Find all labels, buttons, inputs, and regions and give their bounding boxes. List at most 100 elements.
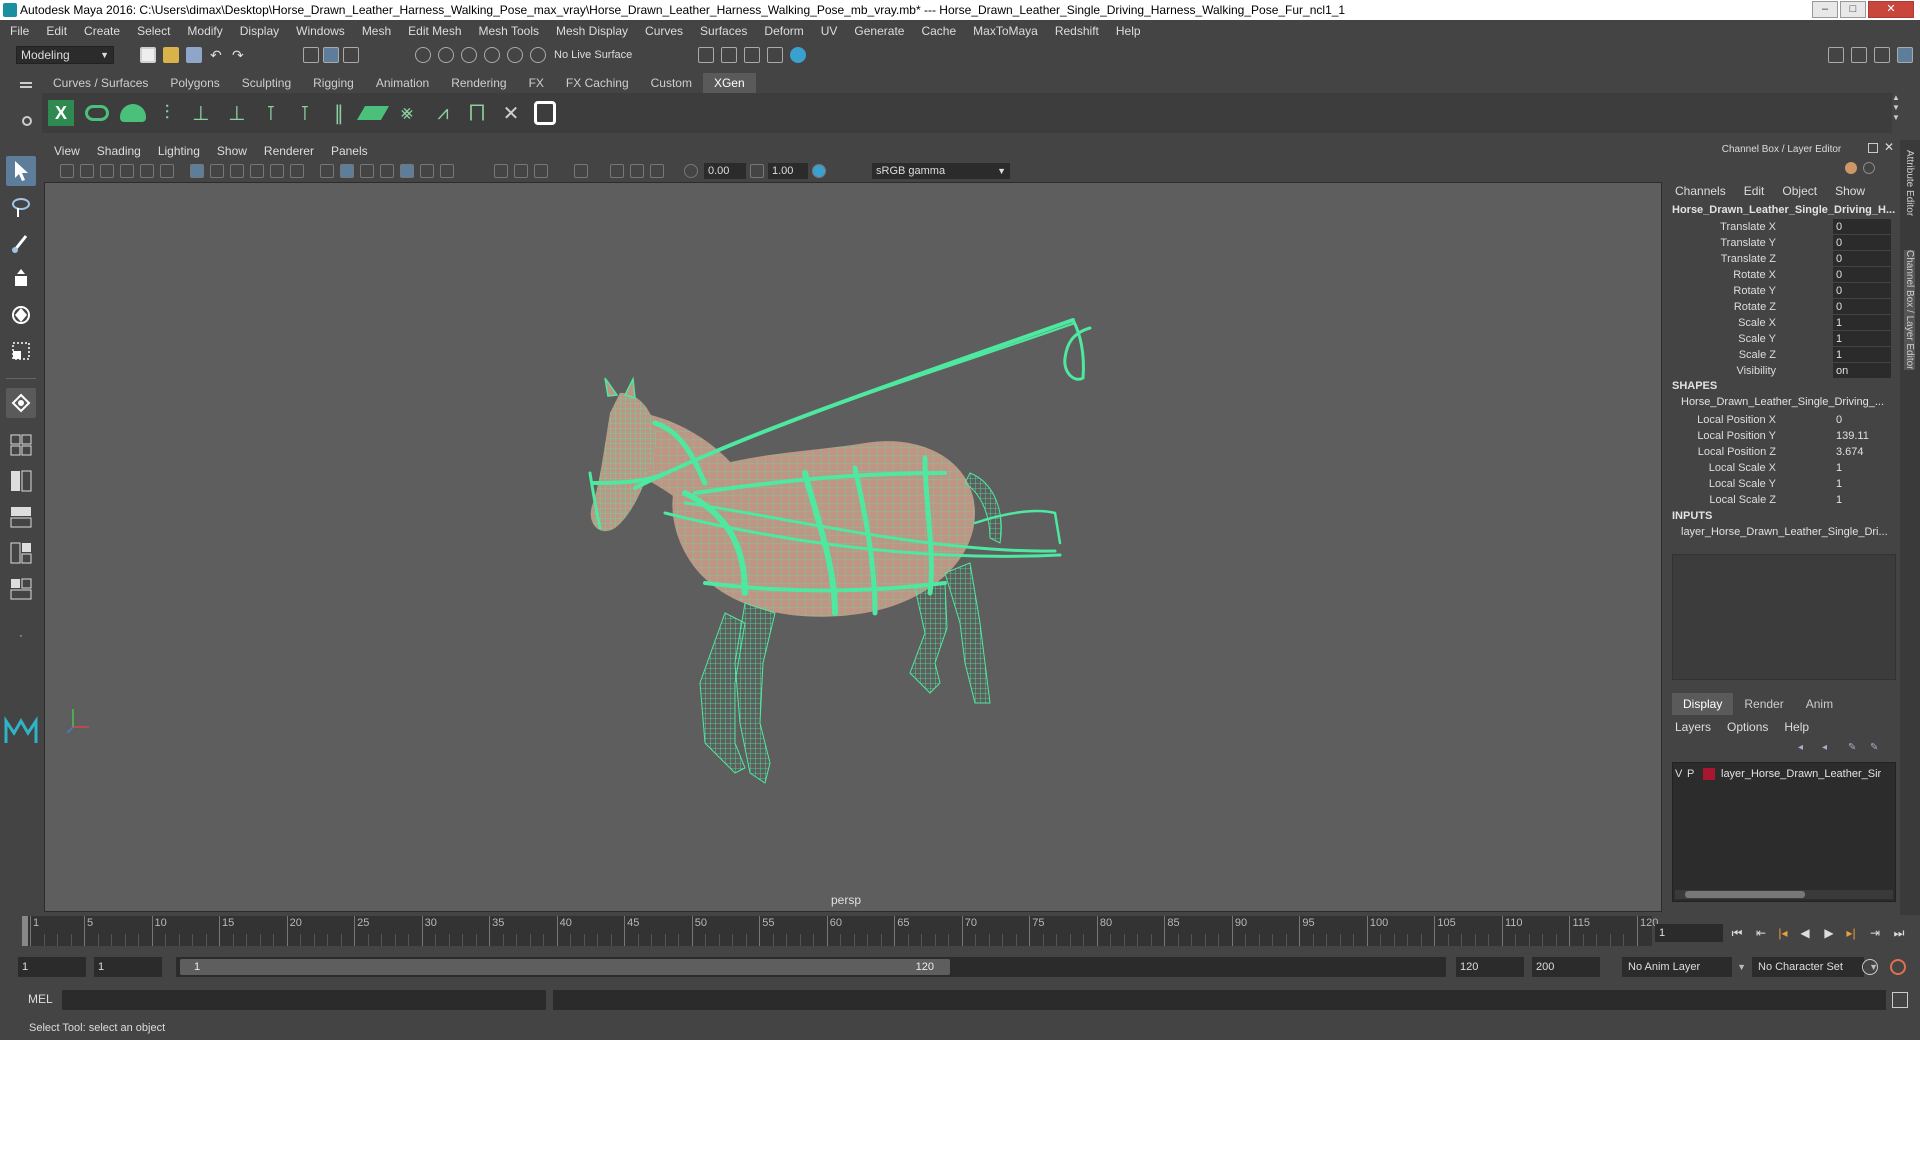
- move-layer-up-icon[interactable]: ◂: [1798, 742, 1810, 753]
- tab-animation[interactable]: Animation: [365, 73, 440, 93]
- wireframe-icon[interactable]: [320, 164, 334, 178]
- channel-value[interactable]: 1: [1833, 476, 1891, 491]
- view-transform-dropdown[interactable]: sRGB gamma ▼: [872, 163, 1010, 179]
- layer-menu-options[interactable]: Options: [1727, 720, 1768, 734]
- channel-value[interactable]: 3.674: [1833, 444, 1891, 459]
- menu-mesh-display[interactable]: Mesh Display: [556, 24, 628, 38]
- open-scene-icon[interactable]: [163, 47, 179, 63]
- channel-row[interactable]: Rotate Y 0: [1665, 283, 1898, 299]
- viewport-menu-panels[interactable]: Panels: [331, 144, 368, 158]
- xray-components-icon[interactable]: [650, 164, 664, 178]
- character-set-dropdown[interactable]: No Character Set ▼: [1752, 957, 1878, 977]
- snap-curve-icon[interactable]: [438, 47, 454, 63]
- side-tab-channel-box[interactable]: Channel Box / Layer Editor: [1904, 250, 1915, 370]
- field-chart-icon[interactable]: [270, 164, 284, 178]
- animation-end-field[interactable]: 200: [1532, 957, 1600, 977]
- default-material-icon[interactable]: [360, 164, 374, 178]
- gamma-icon[interactable]: [750, 164, 764, 178]
- layer-name[interactable]: layer_Horse_Drawn_Leather_Sir: [1721, 768, 1881, 780]
- channel-value[interactable]: 0: [1833, 267, 1891, 282]
- tab-rigging[interactable]: Rigging: [302, 73, 365, 93]
- layer-playback-toggle[interactable]: P: [1687, 768, 1699, 780]
- redo-icon[interactable]: ↷: [232, 47, 248, 63]
- channel-value[interactable]: 1: [1833, 492, 1891, 507]
- xgen-create-description-icon[interactable]: [118, 98, 148, 128]
- xgen-add-guide-icon[interactable]: ⫶: [152, 98, 182, 128]
- channel-row[interactable]: Scale X 1: [1665, 315, 1898, 331]
- exposure-field[interactable]: 0.00: [704, 163, 746, 179]
- xgen-groom-icon[interactable]: ⩘: [428, 98, 458, 128]
- step-forward-frame-icon[interactable]: ⇥: [1866, 924, 1884, 942]
- menu-display[interactable]: Display: [240, 24, 279, 38]
- grid-toggle-icon[interactable]: [190, 164, 204, 178]
- select-hierarchy-icon[interactable]: [303, 47, 319, 63]
- menu-generate[interactable]: Generate: [854, 24, 904, 38]
- render-frame-icon[interactable]: [721, 47, 737, 63]
- snap-point-icon[interactable]: [461, 47, 477, 63]
- menu-cache[interactable]: Cache: [921, 24, 956, 38]
- animation-start-field[interactable]: 1: [18, 957, 86, 977]
- step-forward-key-icon[interactable]: ▸|: [1842, 924, 1860, 942]
- maximize-button[interactable]: □: [1840, 1, 1866, 18]
- step-back-key-icon[interactable]: |◂: [1774, 924, 1792, 942]
- layer-color-swatch[interactable]: [1703, 768, 1715, 780]
- channel-row[interactable]: Rotate X 0: [1665, 267, 1898, 283]
- shape-channel-row[interactable]: Local Position X 0: [1665, 412, 1898, 428]
- last-tool-used-icon[interactable]: [6, 388, 36, 418]
- use-all-lights-icon[interactable]: [420, 164, 434, 178]
- channel-value[interactable]: 0: [1833, 283, 1891, 298]
- tab-display[interactable]: Display: [1672, 693, 1734, 715]
- rotate-tool-icon[interactable]: [6, 300, 36, 330]
- select-camera-icon[interactable]: [60, 164, 74, 178]
- ambient-occlusion-icon[interactable]: [494, 164, 508, 178]
- render-view-icon[interactable]: [698, 47, 714, 63]
- menu-uv[interactable]: UV: [821, 24, 838, 38]
- layer-list-scrollbar[interactable]: [1675, 890, 1893, 899]
- script-editor-icon[interactable]: [1892, 992, 1908, 1008]
- gamma-field[interactable]: 1.00: [768, 163, 808, 179]
- scrollbar-thumb[interactable]: [1685, 891, 1805, 898]
- perspective-viewport[interactable]: persp: [44, 182, 1662, 912]
- bookmark-icon[interactable]: [100, 164, 114, 178]
- new-empty-layer-icon[interactable]: ✎: [1848, 742, 1860, 753]
- float-panel-icon[interactable]: [1868, 143, 1878, 153]
- color-management-icon[interactable]: [812, 164, 826, 178]
- xgen-layers-icon[interactable]: [356, 98, 390, 128]
- tab-render[interactable]: Render: [1733, 693, 1794, 715]
- shape-channel-row[interactable]: Local Position Y 139.11: [1665, 428, 1898, 444]
- channel-row[interactable]: Rotate Z 0: [1665, 299, 1898, 315]
- move-layer-down-icon[interactable]: ◂: [1822, 742, 1834, 753]
- isolate-select-icon[interactable]: [574, 164, 588, 178]
- xgen-preview-icon[interactable]: [82, 98, 112, 128]
- grease-pencil-icon[interactable]: [160, 164, 174, 178]
- side-tab-attribute-editor[interactable]: Attribute Editor: [1904, 150, 1915, 216]
- channel-value[interactable]: 0: [1833, 235, 1891, 250]
- menu-surfaces[interactable]: Surfaces: [700, 24, 747, 38]
- xray-icon[interactable]: [610, 164, 624, 178]
- xgen-editor-icon[interactable]: X: [46, 98, 76, 128]
- layer-visibility-toggle[interactable]: V: [1675, 768, 1687, 780]
- shadows-icon[interactable]: [440, 164, 454, 178]
- menu-select[interactable]: Select: [137, 24, 170, 38]
- motion-blur-icon[interactable]: [514, 164, 528, 178]
- menu-mesh-tools[interactable]: Mesh Tools: [479, 24, 539, 38]
- script-language-label[interactable]: MEL: [28, 992, 53, 1006]
- xgen-sculpt-guide-icon[interactable]: ⨳: [392, 98, 422, 128]
- channel-row[interactable]: Translate Z 0: [1665, 251, 1898, 267]
- menu-set-dropdown[interactable]: Modeling ▼: [16, 46, 114, 64]
- layout-two-side-icon[interactable]: [6, 466, 36, 496]
- channel-value[interactable]: 0: [1833, 412, 1891, 427]
- image-plane-icon[interactable]: [120, 164, 134, 178]
- tab-rendering[interactable]: Rendering: [440, 73, 517, 93]
- channel-row[interactable]: Translate X 0: [1665, 219, 1898, 235]
- channel-value[interactable]: 0: [1833, 299, 1891, 314]
- move-tool-icon[interactable]: [6, 264, 36, 294]
- shelf-settings-icon[interactable]: [22, 116, 32, 126]
- tab-curves-surfaces[interactable]: Curves / Surfaces: [42, 73, 159, 93]
- horse-wireframe-model[interactable]: [45, 183, 1662, 912]
- close-button[interactable]: ✕: [1868, 1, 1914, 18]
- time-slider[interactable]: 1 5 10 15 20 25 30 35 40 45 50 55 60 65 70 75 80 85 90 95 10…: [22, 916, 1658, 946]
- new-layer-selected-icon[interactable]: ✎: [1870, 742, 1882, 753]
- cb-menu-channels[interactable]: Channels: [1675, 184, 1726, 198]
- selected-object-name[interactable]: Horse_Drawn_Leather_Single_Driving_H...: [1672, 204, 1896, 216]
